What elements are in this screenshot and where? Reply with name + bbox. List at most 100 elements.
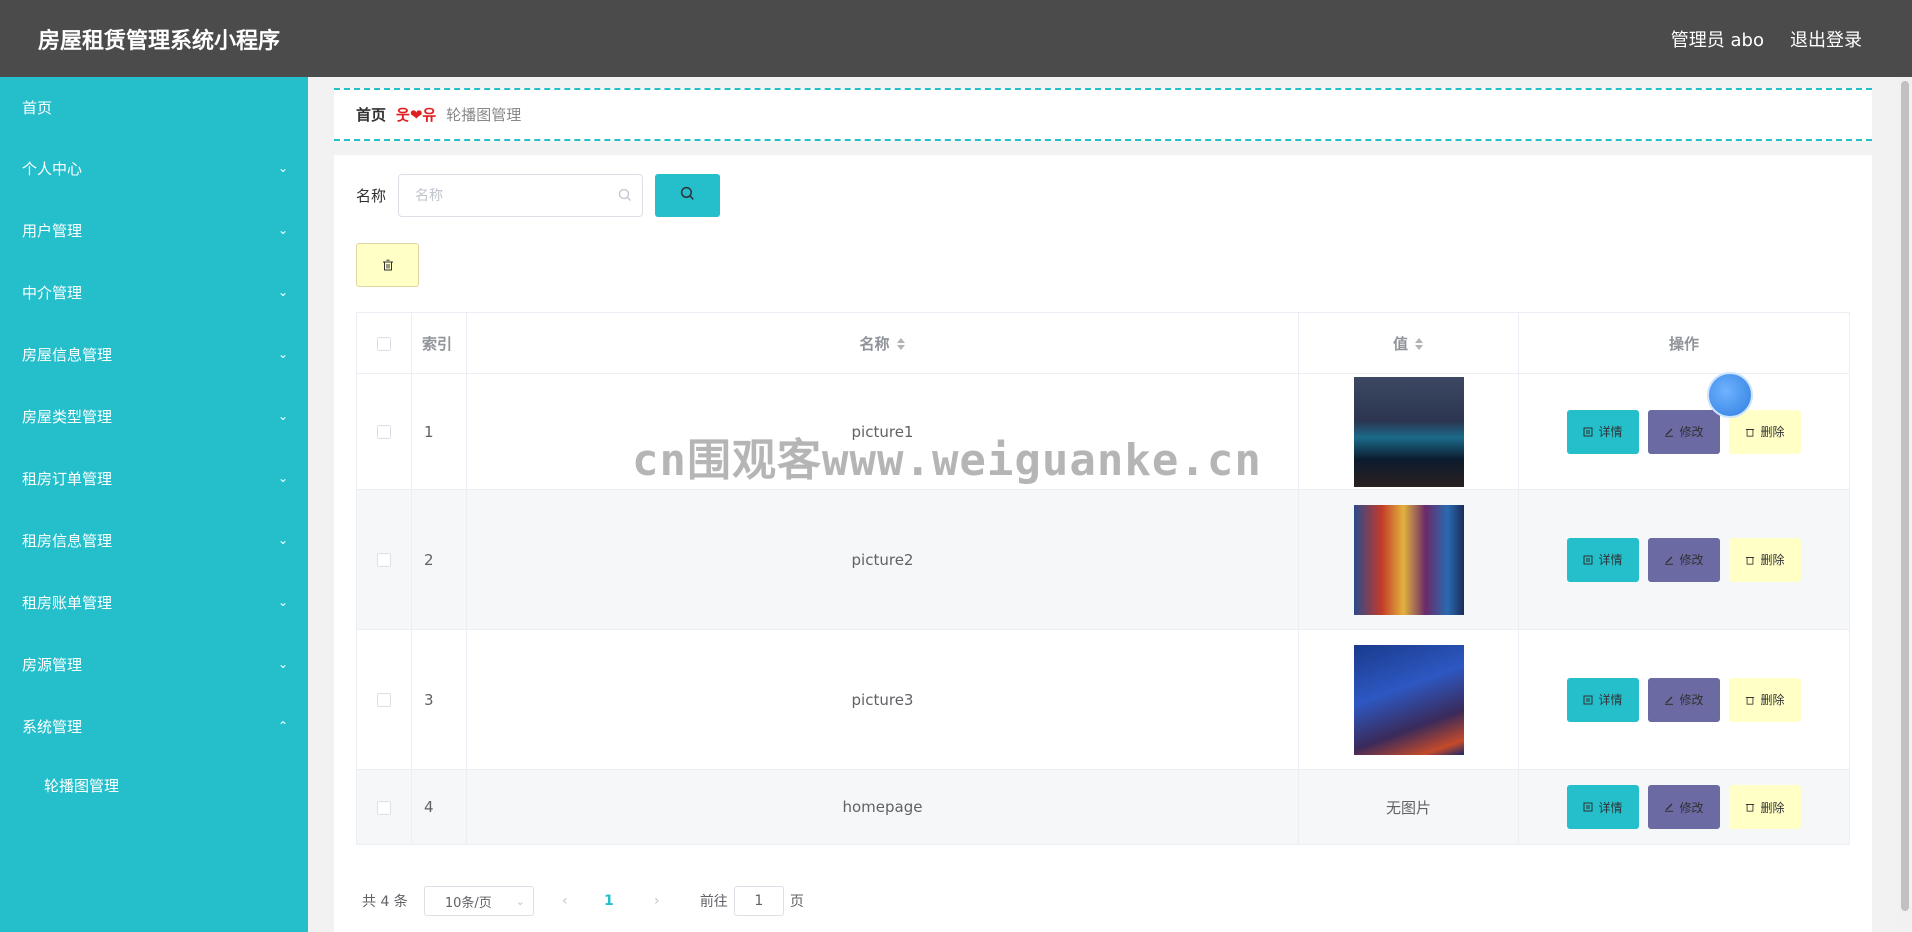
sidebar-item-label: 中介管理 <box>22 283 83 302</box>
header-index: 索引 <box>411 312 467 374</box>
logout-link[interactable]: 退出登录 <box>1790 26 1862 52</box>
detail-button[interactable]: 详情 <box>1567 785 1639 829</box>
goto-label: 前往 <box>699 894 728 910</box>
sort-icon[interactable] <box>1414 337 1424 351</box>
search-button[interactable] <box>655 174 721 217</box>
delete-button[interactable]: 删除 <box>1729 677 1801 722</box>
header-value[interactable]: 值 <box>1298 312 1519 374</box>
next-page-button[interactable]: › <box>640 893 674 909</box>
sidebar-item-listing[interactable]: 房源管理 ⌄ <box>0 633 308 695</box>
chevron-down-icon: ⌄ <box>277 285 288 299</box>
edit-icon <box>1664 427 1674 437</box>
edit-button[interactable]: 修改 <box>1648 409 1720 454</box>
carousel-image[interactable] <box>1353 376 1464 487</box>
action-group: 详情 修改 删除 <box>1567 677 1801 722</box>
detail-button[interactable]: 详情 <box>1567 537 1639 582</box>
action-group: 详情 修改 删除 <box>1567 537 1801 582</box>
row-checkbox[interactable] <box>377 800 391 815</box>
row-value: 无图片 <box>1298 769 1519 845</box>
sidebar-item-system[interactable]: 系统管理 ⌃ <box>0 695 308 757</box>
sidebar-item-rent-order[interactable]: 租房订单管理 ⌄ <box>0 447 308 509</box>
search-row: 名称 <box>356 174 721 217</box>
row-checkbox-cell <box>356 629 412 770</box>
bulk-delete-button[interactable] <box>356 243 419 287</box>
chevron-down-icon: ⌄ <box>277 161 288 175</box>
table-row: 2 picture2 详情 修改 删除 <box>356 489 1850 630</box>
delete-label: 删除 <box>1760 693 1785 707</box>
row-name: picture3 <box>466 629 1299 770</box>
row-name: picture2 <box>466 489 1299 630</box>
sidebar-item-rent-info[interactable]: 租房信息管理 ⌄ <box>0 509 308 571</box>
row-checkbox[interactable] <box>377 425 391 439</box>
pagination: 共 4 条 10条/页 ⌄ ‹ 1 › 前往 1 页 <box>362 886 804 916</box>
detail-label: 详情 <box>1598 693 1623 707</box>
breadcrumb-separator: 웃❤유 <box>396 106 437 124</box>
user-label: 管理员 abo <box>1670 29 1764 51</box>
table-row: 4 homepage 无图片 详情 修改 删除 <box>356 769 1850 845</box>
prev-page-button[interactable]: ‹ <box>548 893 582 909</box>
floating-assist-ball[interactable] <box>1707 372 1753 418</box>
sidebar-item-label: 个人中心 <box>22 159 83 178</box>
page-size-select[interactable]: 10条/页 ⌄ <box>423 886 534 916</box>
delete-button[interactable]: 删除 <box>1729 537 1801 582</box>
trash-icon <box>1745 802 1755 812</box>
content-panel: 名称 索引 名称 <box>334 155 1872 932</box>
sort-icon[interactable] <box>896 337 906 351</box>
edit-label: 修改 <box>1679 425 1704 439</box>
trash-icon <box>1745 555 1755 565</box>
page-size-value: 10条/页 <box>444 895 492 911</box>
row-actions: 详情 修改 删除 <box>1518 373 1850 490</box>
sidebar-item-agent-management[interactable]: 中介管理 ⌄ <box>0 261 308 323</box>
row-index: 1 <box>411 373 467 490</box>
sidebar-item-personal-center[interactable]: 个人中心 ⌄ <box>0 137 308 199</box>
row-value-cell <box>1298 373 1519 490</box>
carousel-image[interactable] <box>1353 644 1464 755</box>
sidebar-item-label: 房屋信息管理 <box>22 345 113 364</box>
chevron-down-icon: ⌄ <box>277 657 288 671</box>
breadcrumb: 首页 웃❤유 轮播图管理 <box>334 88 1872 141</box>
sidebar-subitem-carousel[interactable]: 轮播图管理 <box>0 757 308 813</box>
app-title: 房屋租赁管理系统小程序 <box>38 28 281 54</box>
delete-button[interactable]: 删除 <box>1729 409 1801 454</box>
sidebar-item-home[interactable]: 首页 <box>0 77 308 137</box>
row-checkbox[interactable] <box>377 693 391 707</box>
edit-icon <box>1664 555 1674 565</box>
row-name: homepage <box>466 769 1299 845</box>
row-checkbox[interactable] <box>377 553 391 567</box>
breadcrumb-home[interactable]: 首页 <box>356 104 386 125</box>
detail-label: 详情 <box>1598 425 1623 439</box>
header-name[interactable]: 名称 <box>466 312 1299 374</box>
search-icon <box>680 186 695 205</box>
chevron-down-icon: ⌄ <box>277 347 288 361</box>
sidebar-item-house-type[interactable]: 房屋类型管理 ⌄ <box>0 385 308 447</box>
row-index: 3 <box>411 629 467 770</box>
page-number-current[interactable]: 1 <box>592 893 626 909</box>
main-area: 首页 웃❤유 轮播图管理 名称 名称 索引 名称 值 操作 1 picture1… <box>308 77 1898 932</box>
search-input[interactable] <box>399 175 643 216</box>
action-group: 详情 修改 删除 <box>1567 409 1801 454</box>
sidebar-item-label: 用户管理 <box>22 221 83 240</box>
edit-button[interactable]: 修改 <box>1648 537 1720 582</box>
detail-button[interactable]: 详情 <box>1567 677 1639 722</box>
sidebar-item-rent-bill[interactable]: 租房账单管理 ⌄ <box>0 571 308 633</box>
sidebar-item-user-management[interactable]: 用户管理 ⌄ <box>0 199 308 261</box>
select-all-checkbox[interactable] <box>377 336 391 351</box>
search-input-wrapper <box>398 174 644 217</box>
page-scrollbar[interactable] <box>1898 77 1912 932</box>
detail-button[interactable]: 详情 <box>1567 409 1639 454</box>
chevron-down-icon: ⌄ <box>277 595 288 609</box>
goto-page-input[interactable]: 1 <box>733 886 784 916</box>
search-label: 名称 <box>356 187 387 205</box>
edit-button[interactable]: 修改 <box>1648 677 1720 722</box>
sidebar-item-label: 租房信息管理 <box>22 531 113 550</box>
delete-button[interactable]: 删除 <box>1729 785 1801 829</box>
edit-button[interactable]: 修改 <box>1648 785 1720 829</box>
edit-label: 修改 <box>1679 693 1704 707</box>
action-group: 详情 修改 删除 <box>1567 785 1801 829</box>
scrollbar-thumb[interactable] <box>1901 81 1909 911</box>
carousel-image[interactable] <box>1353 504 1464 615</box>
sidebar-item-house-info[interactable]: 房屋信息管理 ⌄ <box>0 323 308 385</box>
edit-icon <box>1664 802 1674 812</box>
document-icon <box>1583 555 1593 565</box>
row-value-cell <box>1298 489 1519 630</box>
